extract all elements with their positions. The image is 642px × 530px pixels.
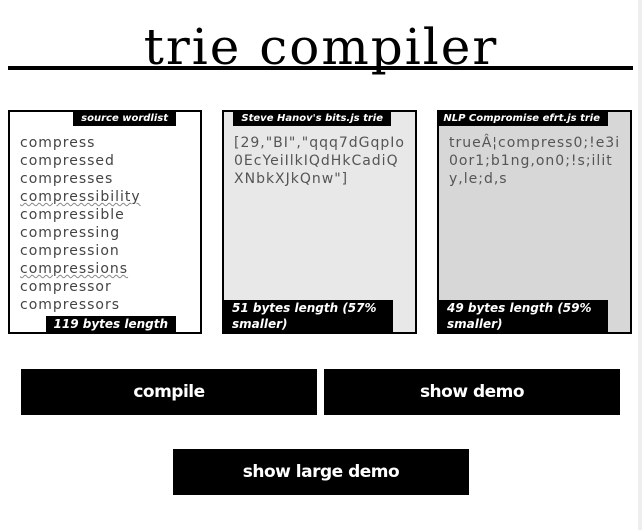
word-item: compressor bbox=[20, 279, 112, 295]
page-title: trie compiler bbox=[143, 18, 499, 76]
efrt-trie-panel[interactable]: NLP Compromise efrt.js trie trueÂ¦compre… bbox=[437, 110, 632, 334]
word-item: compresses bbox=[20, 171, 114, 187]
word-item: compression bbox=[20, 243, 120, 259]
efrt-length-label: 49 bytes length (59% smaller) bbox=[439, 300, 608, 332]
word-item: compressibility bbox=[20, 189, 141, 205]
efrt-trie-tag: NLP Compromise efrt.js trie bbox=[439, 112, 608, 126]
show-demo-button[interactable]: show demo bbox=[324, 369, 620, 415]
source-wordlist-tag: source wordlist bbox=[73, 112, 176, 126]
word-item: compressible bbox=[20, 207, 125, 223]
word-item: compress bbox=[20, 135, 96, 151]
show-large-demo-button[interactable]: show large demo bbox=[173, 449, 469, 495]
word-item: compressed bbox=[20, 153, 115, 169]
bits-trie-tag: Steve Hanov's bits.js trie bbox=[233, 112, 391, 126]
source-length-label: 119 bytes length bbox=[45, 316, 176, 332]
title-underline bbox=[8, 66, 633, 70]
word-list: compress compressed compresses compressi… bbox=[20, 134, 141, 314]
bits-length-label: 51 bytes length (57% smaller) bbox=[224, 300, 393, 332]
bits-trie-output: [29,"BI","qqq7dGqpIo0EcYeiIlkIQdHkCadiQX… bbox=[234, 135, 405, 187]
compile-button[interactable]: compile bbox=[21, 369, 317, 415]
source-wordlist-panel[interactable]: source wordlist compress compressed comp… bbox=[8, 110, 202, 334]
word-item: compressing bbox=[20, 225, 121, 241]
efrt-trie-output: trueÂ¦compress0;!e3i0or1;b1ng,on0;!s;ili… bbox=[449, 135, 621, 187]
word-item: compressions bbox=[20, 261, 129, 277]
word-item: compressors bbox=[20, 297, 121, 313]
bits-trie-panel[interactable]: Steve Hanov's bits.js trie [29,"BI","qqq… bbox=[222, 110, 417, 334]
